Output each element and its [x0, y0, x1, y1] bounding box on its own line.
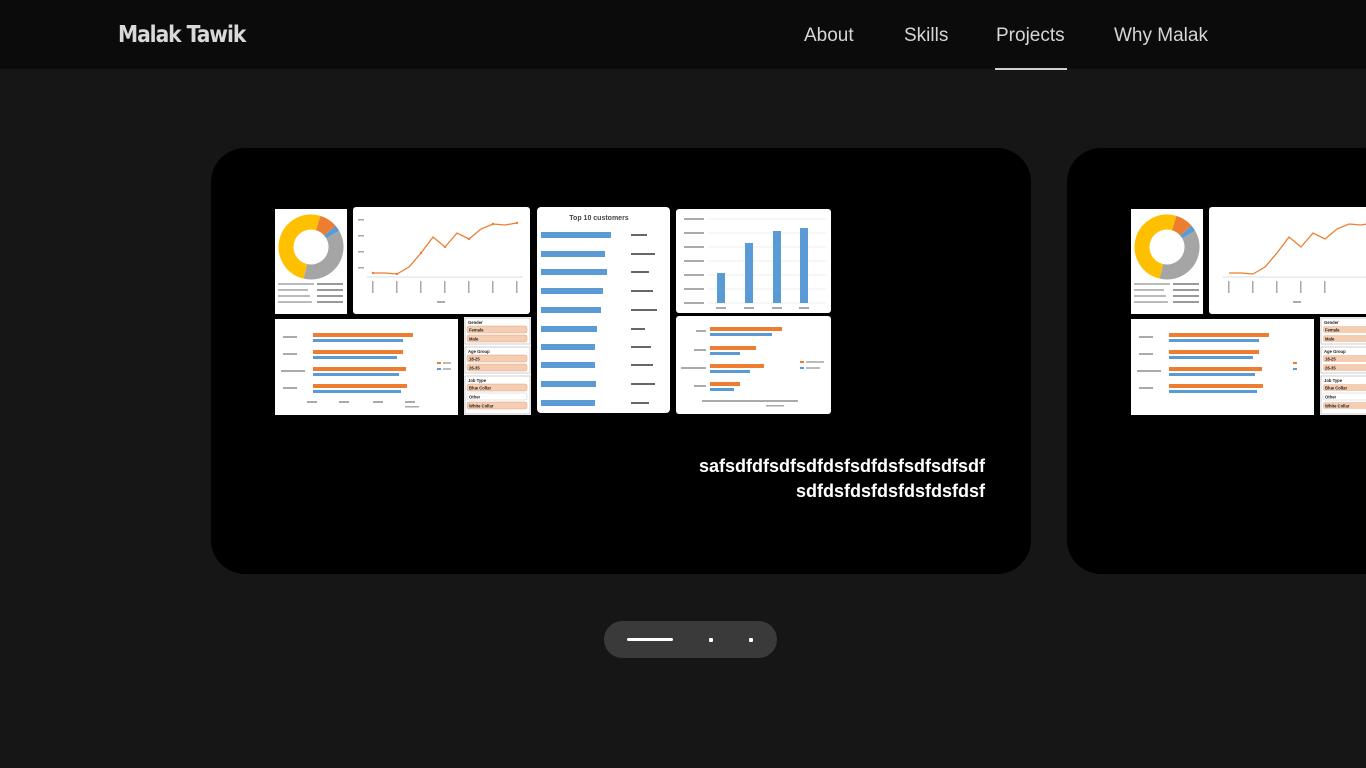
slicer-title: Age Group: [468, 349, 490, 354]
donut-chart-thumbnail: [1131, 209, 1203, 314]
nav-link-skills[interactable]: Skills: [904, 25, 948, 47]
brand-logo[interactable]: Malak Tawik: [118, 22, 246, 48]
carousel-pagination: [604, 621, 777, 658]
project-thumbnail: Top 10 customers Gender Female Male Age …: [275, 207, 831, 415]
pagination-dot[interactable]: [709, 638, 713, 642]
slicer-item: Other: [469, 395, 481, 400]
slicer-title: Job Type: [1324, 378, 1343, 383]
slicer-item: Male: [469, 337, 479, 342]
slicer-item: Blue Collar: [1325, 386, 1347, 391]
slicer-title: Gender: [1324, 320, 1339, 325]
slicer-title: Age Group: [1324, 349, 1346, 354]
slicer-item: White Collar: [469, 404, 494, 409]
slicer-title: Job Type: [468, 378, 487, 383]
project-description-line-1: safsdfdfsdfsdfdsfsdfdsfsdfsdfsdf: [698, 456, 985, 476]
nav-link-why-malak[interactable]: Why Malak: [1114, 25, 1208, 47]
line-chart-thumbnail: [353, 207, 530, 314]
slicer-item: 26-35: [469, 366, 480, 371]
pagination-dot[interactable]: [749, 638, 753, 642]
line-chart-thumbnail: [1209, 207, 1366, 314]
bar-chart-thumbnail: [275, 319, 458, 415]
project-thumbnail-next: Gender Female Male Age Group 18-25 26-35…: [1131, 207, 1366, 415]
nav-link-projects[interactable]: Projects: [996, 25, 1065, 47]
project-description: safsdfdfsdfsdfdsfsdfdsfsdfsdfsdf sdfdsfd…: [699, 454, 985, 504]
project-description-line-2: sdfdsfdsfdsfdsfdsfdsf: [796, 481, 985, 501]
slicer-item: 18-25: [1325, 357, 1336, 362]
top-navbar: Malak Tawik About Skills Projects Why Ma…: [0, 0, 1366, 70]
nav-link-about[interactable]: About: [804, 25, 854, 47]
slicer-item: Blue Collar: [469, 386, 491, 391]
active-nav-indicator: [995, 68, 1067, 70]
filter-slicer-thumbnail: Gender Female Male Age Group 18-25 26-35…: [464, 317, 531, 415]
column-chart-thumbnail: [676, 209, 831, 313]
bar-chart-thumbnail: [1131, 319, 1314, 415]
slicer-item: White Collar: [1325, 404, 1350, 409]
slicer-item: Female: [1325, 328, 1340, 333]
slicer-item: Male: [1325, 337, 1335, 342]
slicer-item: Female: [469, 328, 484, 333]
filter-slicer-thumbnail: Gender Female Male Age Group 18-25 26-35…: [1320, 317, 1366, 415]
top-customers-chart-thumbnail: Top 10 customers: [537, 207, 670, 413]
slicer-item: Other: [1325, 395, 1337, 400]
customers-chart-title: Top 10 customers: [569, 215, 628, 222]
donut-chart-thumbnail: [275, 209, 347, 314]
slicer-title: Gender: [468, 320, 483, 325]
project-card[interactable]: Top 10 customers Gender Female Male Age …: [211, 148, 1031, 574]
project-card-next[interactable]: Gender Female Male Age Group 18-25 26-35…: [1067, 148, 1366, 574]
slicer-item: 18-25: [469, 357, 480, 362]
slicer-item: 26-35: [1325, 366, 1336, 371]
grouped-bar-chart-thumbnail: [676, 316, 831, 414]
pagination-dot-active[interactable]: [627, 638, 673, 641]
